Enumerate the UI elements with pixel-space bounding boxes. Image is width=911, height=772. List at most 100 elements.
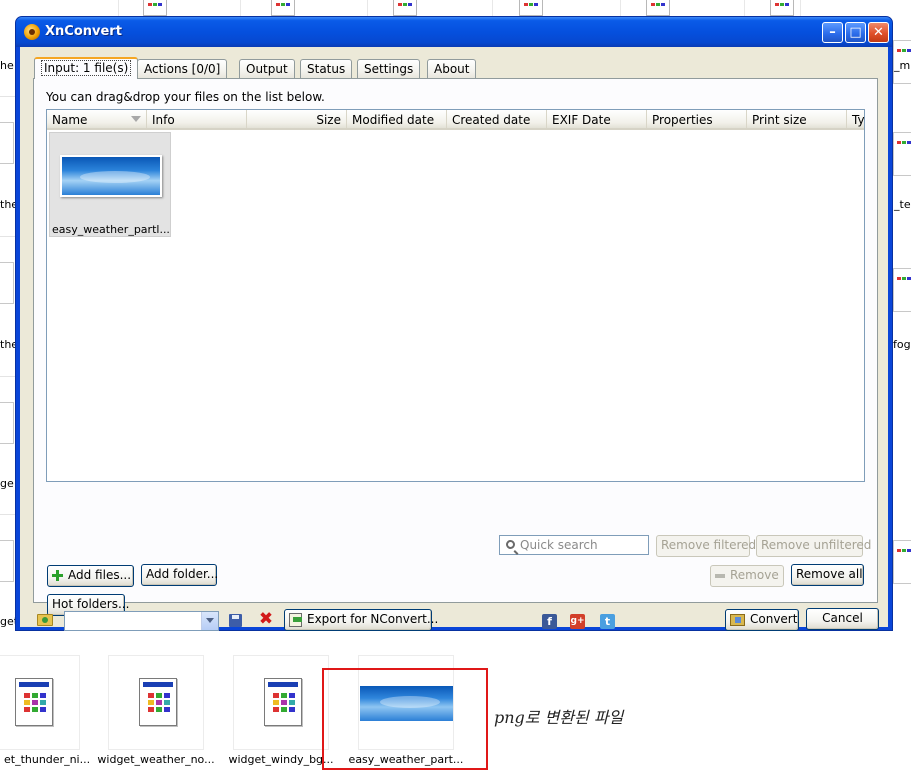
minimize-button[interactable]: – [822, 22, 843, 43]
convert-icon [730, 613, 745, 626]
column-info[interactable]: Info [147, 110, 247, 128]
file-icon[interactable] [393, 0, 417, 16]
column-type[interactable]: Ty [847, 110, 864, 128]
document-icon [15, 678, 53, 726]
tab-label: Actions [0/0] [144, 62, 221, 76]
file-thumbnail[interactable] [0, 262, 14, 304]
list-item[interactable]: easy_weather_partl... [49, 132, 171, 237]
title-bar[interactable]: XnConvert – □ ✕ [16, 17, 892, 47]
tab-label: About [434, 62, 470, 76]
tab-settings[interactable]: Settings [357, 59, 421, 78]
tab-label: Output [246, 62, 288, 76]
add-files-button[interactable]: Add files... [47, 565, 134, 587]
file-label: _m [894, 59, 911, 72]
column-properties[interactable]: Properties [647, 110, 747, 128]
highlight-box [322, 668, 488, 770]
preset-combo[interactable] [64, 611, 219, 631]
window-title: XnConvert [45, 24, 122, 39]
column-label: EXIF Date [552, 113, 611, 127]
add-folder-button[interactable]: Add folder... [141, 564, 218, 586]
plus-icon [52, 570, 63, 581]
file-label: et_thunder_ni... [4, 753, 90, 766]
column-label: Size [316, 113, 341, 127]
twitter-icon[interactable]: t [600, 614, 615, 629]
annotation-text: png로 변환된 파일 [494, 708, 624, 727]
remove-all-button[interactable]: Remove all [791, 564, 864, 586]
file-thumbnail[interactable] [0, 122, 14, 164]
remove-unfiltered-button[interactable]: Remove unfiltered [756, 535, 871, 557]
export-nconvert-button[interactable]: Export for NConvert... [284, 609, 438, 631]
column-size[interactable]: Size [247, 110, 347, 128]
file-label: he [0, 59, 14, 72]
googleplus-icon[interactable]: g+ [570, 614, 585, 629]
file-tile[interactable] [108, 655, 204, 750]
file-thumbnail[interactable] [0, 402, 14, 444]
close-button[interactable]: ✕ [868, 22, 889, 43]
image-thumbnail [60, 155, 162, 197]
button-label: Convert [750, 612, 798, 626]
button-label: Export for NConvert... [307, 612, 439, 626]
file-tile[interactable] [233, 655, 329, 750]
column-label: Name [52, 113, 88, 127]
file-label: widget_weather_no... [97, 753, 215, 766]
column-created-date[interactable]: Created date [447, 110, 547, 128]
maximize-button[interactable]: □ [845, 22, 866, 43]
column-label: Created date [452, 113, 531, 127]
close-icon: ✕ [873, 25, 884, 40]
convert-button[interactable]: Convert [725, 609, 799, 631]
column-label: Modified date [352, 113, 435, 127]
column-print-size[interactable]: Print size [747, 110, 847, 128]
minus-icon [715, 573, 725, 578]
tab-about[interactable]: About [427, 59, 477, 78]
file-label: fog [893, 338, 911, 351]
tab-label: Settings [364, 62, 414, 76]
file-list[interactable]: Name Info Size Modified date Created dat… [46, 109, 865, 482]
tab-input[interactable]: Input: 1 file(s) [34, 57, 139, 79]
file-tile[interactable] [0, 655, 80, 750]
file-icon[interactable] [646, 0, 670, 16]
drag-drop-hint: You can drag&drop your files on the list… [46, 90, 325, 104]
file-thumbnail[interactable] [0, 540, 14, 582]
list-header: Name Info Size Modified date Created dat… [47, 110, 864, 130]
save-icon[interactable] [229, 614, 242, 627]
document-icon [139, 678, 177, 726]
delete-icon[interactable]: ✖ [258, 611, 274, 628]
file-label: ge [0, 477, 14, 490]
file-icon[interactable] [519, 0, 543, 16]
open-folder-icon[interactable] [37, 614, 53, 626]
remove-filtered-button[interactable]: Remove filtered [656, 535, 756, 557]
app-icon [24, 24, 40, 40]
file-thumbnail[interactable] [893, 540, 911, 584]
remove-button[interactable]: Remove [710, 565, 784, 587]
column-label: Properties [652, 113, 713, 127]
maximize-icon: □ [849, 25, 862, 40]
file-thumbnail[interactable] [893, 268, 911, 312]
tab-status[interactable]: Status [300, 59, 353, 78]
quick-search[interactable] [499, 535, 649, 555]
tab-output[interactable]: Output [239, 59, 295, 78]
xnconvert-window: XnConvert – □ ✕ Input: 1 file(s) Actions… [15, 16, 893, 631]
file-icon[interactable] [271, 0, 295, 16]
column-label: Print size [752, 113, 807, 127]
cancel-button[interactable]: Cancel [806, 608, 879, 630]
document-icon [264, 678, 302, 726]
facebook-icon[interactable]: f [542, 614, 557, 629]
file-label: _te [894, 198, 911, 211]
column-label: Info [152, 113, 175, 127]
tab-label: Status [307, 62, 346, 76]
tab-label: Input: 1 file(s) [41, 60, 132, 76]
export-icon [289, 612, 302, 627]
chevron-down-icon[interactable] [201, 612, 218, 630]
minimize-icon: – [829, 25, 836, 40]
column-exif-date[interactable]: EXIF Date [547, 110, 647, 128]
column-modified-date[interactable]: Modified date [347, 110, 447, 128]
input-tab-panel: You can drag&drop your files on the list… [33, 78, 878, 616]
search-input[interactable] [518, 537, 646, 553]
file-thumbnail[interactable] [893, 132, 911, 176]
sort-arrow-icon [131, 116, 141, 122]
file-icon[interactable] [770, 0, 794, 16]
tab-actions[interactable]: Actions [0/0] [137, 59, 228, 78]
file-name: easy_weather_partl... [52, 223, 170, 236]
file-icon[interactable] [143, 0, 167, 16]
button-label: Add files... [68, 568, 132, 582]
